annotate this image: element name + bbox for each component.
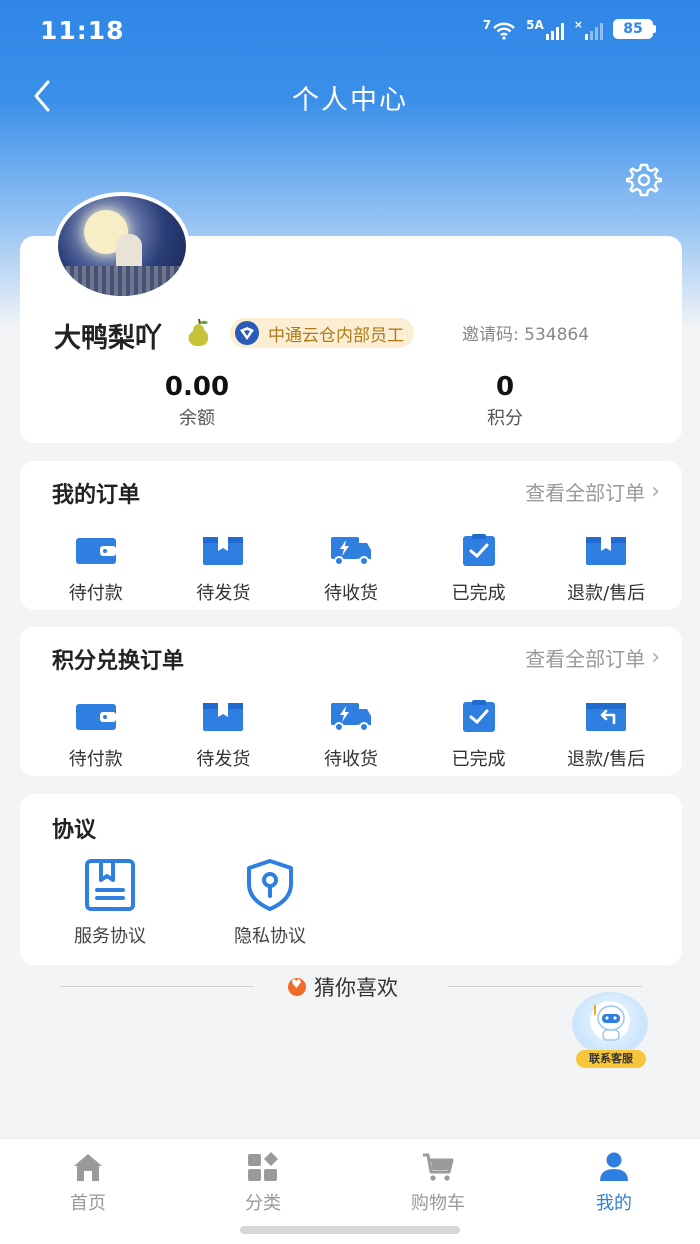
order-pending-receipt[interactable]: 待收货 [296,533,406,605]
category-icon [248,1152,278,1181]
gear-icon [625,163,663,197]
invite-code[interactable]: 邀请码: 534864 [462,320,589,345]
divider-line-left [60,986,254,987]
recommend-title: 猜你喜欢 [314,976,398,1000]
tab-label: 首页 [70,1193,106,1214]
balance-value: 0.00 [164,372,230,402]
avatar[interactable] [54,192,190,300]
package-icon [203,537,244,565]
pear-icon [188,318,209,347]
order-pending-payment[interactable]: 待付款 [41,533,151,605]
truck-icon [330,537,371,566]
privacy-agreement-label: 隐私协议 [234,926,306,947]
order-refund[interactable]: 退款/售后 [551,533,661,605]
points-order-pending-receipt[interactable]: 待收货 [296,699,406,771]
company-logo-icon [235,321,259,345]
staff-badge-label: 中通云仓内部员工 [268,325,404,346]
points-orders-title: 积分兑换订单 [52,649,185,674]
cell-signal-icon: 5A [526,18,564,40]
agreements-title: 协议 [52,818,97,843]
points-order-completed[interactable]: 已完成 [424,699,534,771]
wifi-icon: 7 [483,18,516,40]
settings-button[interactable] [625,162,663,198]
order-item-label: 退款/售后 [567,749,646,770]
points-order-refund[interactable]: 退款/售后 [551,699,661,771]
my-orders-title: 我的订单 [52,483,141,508]
order-item-label: 待收货 [323,749,378,770]
network-label: 5A [526,18,544,32]
robot-icon [594,1004,625,1041]
order-item-label: 待收货 [323,583,378,604]
order-item-label: 待付款 [68,749,123,770]
wifi-label: 7 [482,18,492,32]
nav-bar: 个人中心 [0,62,700,128]
refund-return-icon [586,703,627,731]
order-item-label: 待发货 [196,749,251,770]
staff-badge: 中通云仓内部员工 [230,318,414,348]
points-stat[interactable]: 0 积分 [415,372,595,430]
order-item-label: 待付款 [68,583,123,604]
order-pending-shipment[interactable]: 待发货 [168,533,278,605]
balance-label: 余额 [179,408,215,429]
my-orders-row: 待付款 待发货 待收货 已完成 退款/售后 [20,533,682,605]
view-all-orders-link[interactable]: 查看全部订单 › [525,477,660,506]
agreements-card: 协议 服务协议 隐私协议 [20,794,682,965]
privacy-agreement-link[interactable]: 隐私协议 [200,858,340,948]
points-value: 0 [495,372,515,402]
order-item-label: 已完成 [451,583,506,604]
tab-label: 我的 [596,1193,632,1214]
clipboard-check-icon [462,534,495,566]
order-item-label: 待发货 [196,583,251,604]
home-indicator[interactable] [240,1226,460,1234]
home-icon [74,1154,102,1181]
heart-icon [288,977,306,996]
wallet-icon [75,538,116,564]
status-icons: 7 5A × 85 [483,18,656,40]
points-label: 积分 [487,408,523,429]
battery-level: 85 [613,19,653,39]
clipboard-check-icon [462,700,495,732]
view-all-orders-label: 查看全部订单 [525,481,646,505]
service-agreement-link[interactable]: 服务协议 [40,858,180,948]
points-order-pending-shipment[interactable]: 待发货 [168,699,278,771]
package-icon [203,703,244,731]
points-order-pending-payment[interactable]: 待付款 [41,699,151,771]
status-bar: 11:18 7 5A × 85 [0,0,700,62]
tab-mine[interactable]: 我的 [554,1151,674,1215]
document-icon [85,859,135,911]
view-all-points-orders-label: 查看全部订单 [525,647,646,671]
cell-signal-2-icon: × [574,18,603,40]
refund-icon [586,537,627,565]
user-name: 大鸭梨吖 [54,323,162,354]
tab-label: 购物车 [411,1193,465,1214]
tab-label: 分类 [245,1193,281,1214]
wallet-icon [75,704,116,730]
order-item-label: 已完成 [451,749,506,770]
tab-home[interactable]: 首页 [28,1151,148,1215]
points-orders-row: 待付款 待发货 待收货 已完成 退款/售后 [20,699,682,771]
status-time: 11:18 [40,16,125,45]
recommend-heading: 猜你喜欢 [288,972,398,1002]
customer-service-label: 联系客服 [576,1050,646,1068]
balance-stat[interactable]: 0.00 余额 [107,372,287,430]
shield-lock-icon [247,859,293,911]
chevron-right-icon: › [651,479,660,504]
order-item-label: 退款/售后 [567,583,646,604]
divider-line-right [448,986,642,987]
chevron-right-icon: › [651,645,660,670]
user-icon [600,1152,628,1181]
view-all-points-orders-link[interactable]: 查看全部订单 › [525,643,660,672]
tab-cart[interactable]: 购物车 [378,1151,498,1215]
my-orders-card: 我的订单 查看全部订单 › 待付款 待发货 待收货 已完成 退款/售后 [20,461,682,610]
battery-icon: 85 [613,19,656,39]
order-completed[interactable]: 已完成 [424,533,534,605]
page-title: 个人中心 [292,85,408,116]
service-agreement-label: 服务协议 [74,926,146,947]
truck-icon [330,703,371,732]
tab-category[interactable]: 分类 [203,1151,323,1215]
points-orders-card: 积分兑换订单 查看全部订单 › 待付款 待发货 待收货 已完成 退款/售后 [20,627,682,776]
customer-service-button[interactable]: 联系客服 [566,992,654,1068]
cart-icon [423,1153,454,1181]
